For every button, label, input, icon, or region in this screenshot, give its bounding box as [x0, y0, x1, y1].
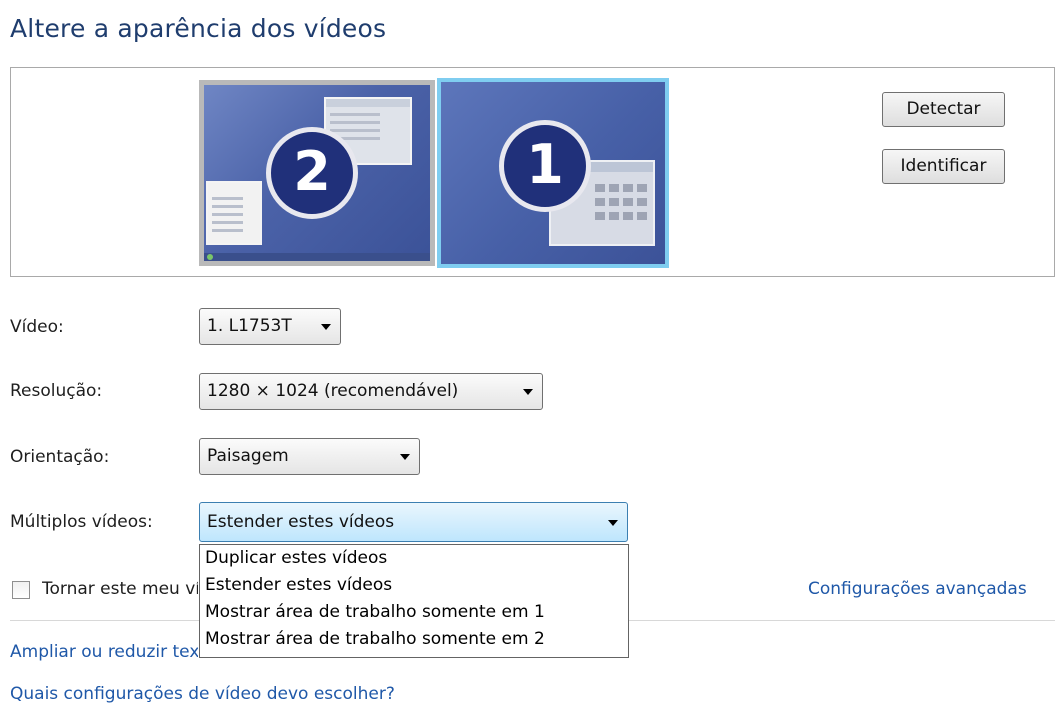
advanced-settings-link[interactable]: Configurações avançadas [808, 579, 1027, 599]
video-label: Vídeo: [10, 317, 64, 337]
video-select-value: 1. L1753T [207, 316, 292, 336]
resolution-select[interactable]: 1280 × 1024 (recomendável) [199, 373, 543, 410]
chevron-down-icon [523, 389, 533, 395]
make-main-display-checkbox[interactable] [12, 581, 30, 599]
make-main-display-label: Tornar este meu vídeo principal [42, 579, 198, 599]
dropdown-option[interactable]: Duplicar estes vídeos [200, 545, 628, 572]
dropdown-option[interactable]: Mostrar área de trabalho somente em 2 [200, 626, 628, 653]
video-select[interactable]: 1. L1753T [199, 308, 341, 345]
resolution-label: Resolução: [10, 381, 103, 401]
monitor-number-badge: 2 [266, 127, 358, 219]
zoom-text-link[interactable]: Ampliar ou reduzir texto e outros itens [10, 642, 198, 662]
multiple-displays-select-value: Estender estes vídeos [207, 512, 395, 532]
monitor-1[interactable]: 1 [437, 78, 669, 268]
identify-button[interactable]: Identificar [882, 149, 1005, 184]
start-orb-icon [207, 254, 213, 260]
which-display-settings-link[interactable]: Quais configurações de vídeo devo escolh… [10, 684, 395, 704]
resolution-select-value: 1280 × 1024 (recomendável) [207, 381, 459, 401]
multiple-displays-dropdown: Duplicar estes vídeos Estender estes víd… [199, 544, 629, 658]
detect-button[interactable]: Detectar [882, 92, 1005, 127]
page-title: Altere a aparência dos vídeos [10, 14, 387, 43]
chevron-down-icon [608, 520, 618, 526]
orientation-select-value: Paisagem [207, 446, 289, 466]
monitor-arrangement-panel[interactable]: 2 1 Detectar Identificar [10, 67, 1055, 277]
multiple-displays-label: Múltiplos vídeos: [10, 512, 153, 532]
chevron-down-icon [321, 324, 331, 330]
taskbar [204, 253, 430, 261]
document-thumbnail-icon [206, 181, 262, 245]
monitor-2[interactable]: 2 [199, 80, 435, 266]
orientation-select[interactable]: Paisagem [199, 438, 420, 475]
multiple-displays-select[interactable]: Estender estes vídeos [199, 502, 628, 542]
dropdown-option[interactable]: Mostrar área de trabalho somente em 1 [200, 599, 628, 626]
chevron-down-icon [400, 454, 410, 460]
monitor-number-badge: 1 [499, 120, 591, 212]
orientation-label: Orientação: [10, 447, 110, 467]
dropdown-option[interactable]: Estender estes vídeos [200, 572, 628, 599]
